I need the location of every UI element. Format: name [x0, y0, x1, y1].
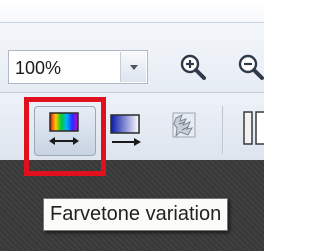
pattern-icon[interactable]: [170, 110, 198, 142]
zoom-combobox[interactable]: 100%: [8, 50, 148, 84]
tooltip: Farvetone variation: [43, 198, 229, 231]
zoom-in-icon[interactable]: [178, 52, 208, 82]
chevron-down-icon: [130, 65, 138, 70]
selection-highlight: [24, 97, 106, 176]
gradient-fill-icon[interactable]: [108, 112, 144, 150]
zoom-dropdown-button[interactable]: [120, 52, 146, 82]
toolbar-separator: [222, 106, 224, 154]
window-top-edge: [0, 0, 264, 23]
tooltip-text: Farvetone variation: [50, 203, 222, 225]
zoom-out-icon[interactable]: [236, 52, 266, 82]
partial-tool-icon[interactable]: [238, 108, 264, 148]
zoom-value: 100%: [15, 58, 62, 78]
